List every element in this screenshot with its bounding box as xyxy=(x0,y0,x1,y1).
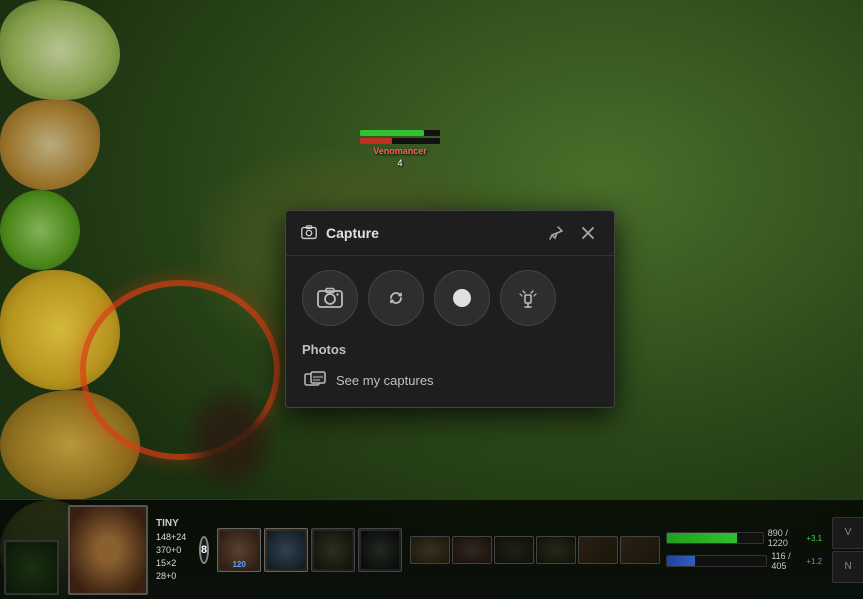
instant-replay-button[interactable] xyxy=(368,270,424,326)
enemy-health-display: Venomancer 4 xyxy=(360,130,440,168)
see-captures-row[interactable]: See my captures xyxy=(302,367,598,393)
record-button[interactable] xyxy=(434,270,490,326)
panel-header: Capture xyxy=(286,211,614,256)
tree-decoration xyxy=(0,0,120,100)
ability-slot-e[interactable] xyxy=(311,528,355,572)
stat-row-3: 15×2 xyxy=(156,558,191,568)
mana-regen: +1.2 xyxy=(806,557,822,566)
r-slot-1[interactable]: V xyxy=(832,517,863,549)
record-dot xyxy=(453,289,471,307)
item-slot-6[interactable] xyxy=(620,536,660,564)
stat-row-1: 148+24 xyxy=(156,532,191,542)
ability-slot-w[interactable] xyxy=(264,528,308,572)
stat-value-3: 15×2 xyxy=(156,558,191,568)
close-button[interactable] xyxy=(576,221,600,245)
stat-row-4: 28+0 xyxy=(156,571,191,581)
enemy-secondary-bar xyxy=(360,138,440,144)
mana-max: 405 xyxy=(771,561,786,571)
enemy-name: Venomancer xyxy=(373,146,427,156)
character-area xyxy=(180,379,280,499)
ability-slot-q[interactable]: 120 xyxy=(217,528,261,572)
item-slot-5[interactable] xyxy=(578,536,618,564)
ability-bar[interactable]: 120 xyxy=(217,528,402,572)
enemy-red-fill xyxy=(360,138,392,144)
enemy-hp-bar xyxy=(360,130,440,136)
mana-current: 116 xyxy=(771,551,785,561)
enemy-hp-fill xyxy=(360,130,424,136)
mana-text: 116 / 405 xyxy=(771,551,802,571)
level-number: 8 xyxy=(201,544,207,556)
ability-q-mana: 120 xyxy=(232,560,245,569)
tree-decoration xyxy=(0,190,80,270)
right-hud: V N xyxy=(832,517,863,583)
mana-bar-bg xyxy=(666,555,767,567)
minimap[interactable] xyxy=(4,540,59,595)
item-slot-4[interactable] xyxy=(536,536,576,564)
screenshot-button[interactable] xyxy=(302,270,358,326)
ability-slot-r[interactable] xyxy=(358,528,402,572)
broadcast-button[interactable] xyxy=(500,270,556,326)
capture-buttons-row xyxy=(302,270,598,326)
health-regen: +3.1 xyxy=(806,534,822,543)
pin-button[interactable] xyxy=(544,221,568,245)
item-slot-1[interactable] xyxy=(410,536,450,564)
panel-title: Capture xyxy=(326,225,536,241)
mana-bar-row: 116 / 405 +1.2 xyxy=(666,551,822,571)
panel-header-actions xyxy=(544,221,600,245)
stat-row-2: 370+0 xyxy=(156,545,191,555)
health-bar-row: 890 / 1220 +3.1 xyxy=(666,528,822,548)
hero-stats: TINY 148+24 370+0 15×2 28+0 xyxy=(152,514,195,585)
item-slot-2[interactable] xyxy=(452,536,492,564)
level-badge: 8 xyxy=(199,536,209,564)
panel-body: Photos See my captures xyxy=(286,256,614,407)
capture-panel: Capture xyxy=(285,210,615,408)
health-current: 890 xyxy=(768,528,783,538)
stat-value-2: 370+0 xyxy=(156,545,191,555)
health-text: 890 / 1220 xyxy=(768,528,803,548)
mana-bar-fill xyxy=(667,556,695,566)
hud-bar: TINY 148+24 370+0 15×2 28+0 8 120 xyxy=(0,499,863,599)
item-bar[interactable] xyxy=(410,536,660,564)
r-slot-2[interactable]: N xyxy=(832,551,863,583)
hero-name: TINY xyxy=(156,518,191,529)
health-bar-fill xyxy=(667,533,737,543)
see-captures-text: See my captures xyxy=(336,373,434,388)
health-bar-bg xyxy=(666,532,764,544)
health-max: 1220 xyxy=(768,538,788,548)
item-slot-3[interactable] xyxy=(494,536,534,564)
capture-panel-icon xyxy=(300,224,318,242)
health-mana-display: 890 / 1220 +3.1 116 / 405 +1.2 xyxy=(664,526,824,573)
hero-portrait xyxy=(68,505,148,595)
enemy-hp-number: 4 xyxy=(397,158,402,168)
tree-decoration xyxy=(0,100,100,190)
captures-gallery-icon xyxy=(304,371,326,389)
section-label: Photos xyxy=(302,342,598,357)
stat-value-4: 28+0 xyxy=(156,571,191,581)
stat-value-1: 148+24 xyxy=(156,532,191,542)
